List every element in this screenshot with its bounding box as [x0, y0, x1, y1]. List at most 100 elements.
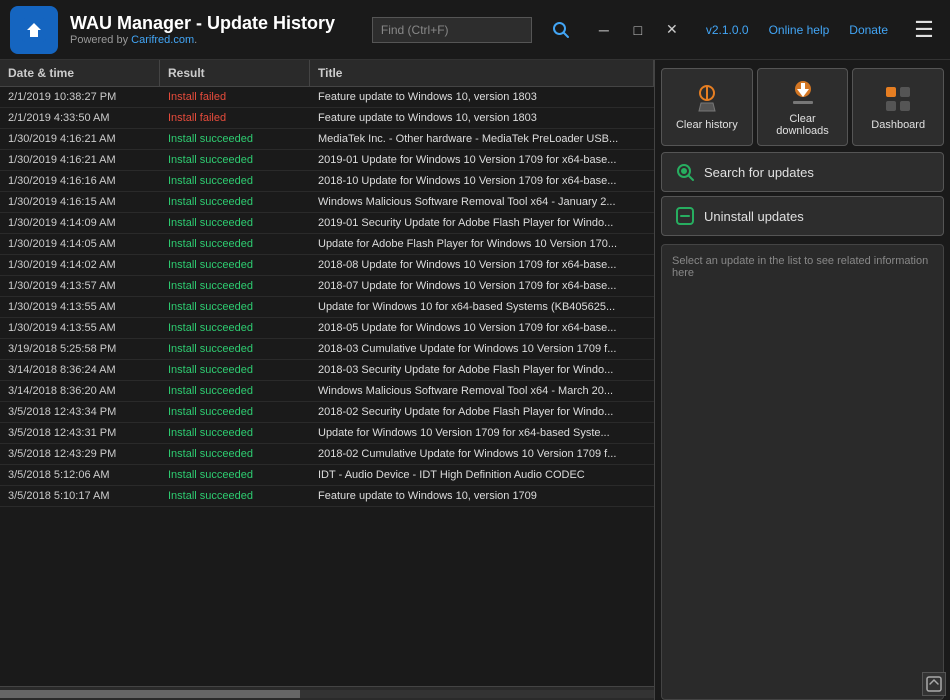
cell-date: 1/30/2019 4:16:21 AM [0, 150, 160, 170]
online-help-link[interactable]: Online help [769, 23, 830, 37]
table-row[interactable]: 3/19/2018 5:25:58 PM Install succeeded 2… [0, 339, 654, 360]
table-row[interactable]: 3/5/2018 5:12:06 AM Install succeeded ID… [0, 465, 654, 486]
titlebar: WAU Manager - Update History Powered by … [0, 0, 950, 60]
cell-date: 1/30/2019 4:14:02 AM [0, 255, 160, 275]
cell-date: 1/30/2019 4:13:55 AM [0, 297, 160, 317]
clear-downloads-button[interactable]: Clear downloads [757, 68, 849, 146]
clear-downloads-icon [787, 77, 819, 109]
cell-date: 3/19/2018 5:25:58 PM [0, 339, 160, 359]
cell-title: Feature update to Windows 10, version 17… [310, 486, 654, 506]
col-header-date: Date & time [0, 60, 160, 86]
cell-title: Windows Malicious Software Removal Tool … [310, 192, 654, 212]
cell-title: Feature update to Windows 10, version 18… [310, 87, 654, 107]
cell-date: 3/14/2018 8:36:24 AM [0, 360, 160, 380]
dashboard-label: Dashboard [871, 119, 925, 131]
cell-title: 2018-02 Security Update for Adobe Flash … [310, 402, 654, 422]
cell-title: 2018-03 Security Update for Adobe Flash … [310, 360, 654, 380]
close-button[interactable]: ✕ [658, 18, 686, 42]
minimize-button[interactable]: ─ [590, 18, 618, 42]
donate-link[interactable]: Donate [849, 23, 888, 37]
cell-date: 3/5/2018 12:43:34 PM [0, 402, 160, 422]
cell-date: 1/30/2019 4:13:57 AM [0, 276, 160, 296]
table-body: 2/1/2019 10:38:27 PM Install failed Feat… [0, 87, 654, 686]
cell-result: Install succeeded [160, 444, 310, 464]
table-row[interactable]: 1/30/2019 4:13:55 AM Install succeeded 2… [0, 318, 654, 339]
menu-button[interactable]: ☰ [908, 17, 940, 43]
cell-date: 3/5/2018 12:43:29 PM [0, 444, 160, 464]
table-row[interactable]: 1/30/2019 4:14:05 AM Install succeeded U… [0, 234, 654, 255]
cell-date: 1/30/2019 4:14:05 AM [0, 234, 160, 254]
corner-icon[interactable] [922, 672, 946, 696]
cell-result: Install succeeded [160, 171, 310, 191]
maximize-button[interactable]: □ [624, 18, 652, 42]
main-content: Date & time Result Title 2/1/2019 10:38:… [0, 60, 950, 700]
cell-date: 2/1/2019 10:38:27 PM [0, 87, 160, 107]
table-row[interactable]: 1/30/2019 4:14:02 AM Install succeeded 2… [0, 255, 654, 276]
clear-downloads-label: Clear downloads [762, 113, 844, 137]
table-row[interactable]: 3/5/2018 12:43:29 PM Install succeeded 2… [0, 444, 654, 465]
cell-date: 1/30/2019 4:16:21 AM [0, 129, 160, 149]
cell-title: Update for Adobe Flash Player for Window… [310, 234, 654, 254]
cell-date: 1/30/2019 4:16:15 AM [0, 192, 160, 212]
cell-result: Install succeeded [160, 423, 310, 443]
cell-date: 2/1/2019 4:33:50 AM [0, 108, 160, 128]
cell-result: Install succeeded [160, 465, 310, 485]
cell-result: Install succeeded [160, 360, 310, 380]
app-logo [10, 6, 58, 54]
search-updates-button[interactable]: Search for updates [661, 152, 944, 192]
cell-result: Install succeeded [160, 192, 310, 212]
cell-result: Install failed [160, 87, 310, 107]
table-row[interactable]: 3/5/2018 12:43:34 PM Install succeeded 2… [0, 402, 654, 423]
cell-title: 2019-01 Security Update for Adobe Flash … [310, 213, 654, 233]
table-row[interactable]: 2/1/2019 10:38:27 PM Install failed Feat… [0, 87, 654, 108]
table-row[interactable]: 2/1/2019 4:33:50 AM Install failed Featu… [0, 108, 654, 129]
search-icon-button[interactable] [552, 21, 570, 39]
cell-date: 1/30/2019 4:14:09 AM [0, 213, 160, 233]
dashboard-button[interactable]: Dashboard [852, 68, 944, 146]
table-row[interactable]: 1/30/2019 4:16:15 AM Install succeeded W… [0, 192, 654, 213]
cell-result: Install succeeded [160, 129, 310, 149]
dashboard-icon [882, 83, 914, 115]
uninstall-updates-button[interactable]: Uninstall updates [661, 196, 944, 236]
cell-date: 3/14/2018 8:36:20 AM [0, 381, 160, 401]
search-input[interactable] [372, 17, 532, 43]
version-link[interactable]: v2.1.0.0 [706, 23, 749, 37]
cell-date: 3/5/2018 5:12:06 AM [0, 465, 160, 485]
cell-result: Install succeeded [160, 276, 310, 296]
table-row[interactable]: 1/30/2019 4:13:57 AM Install succeeded 2… [0, 276, 654, 297]
titlebar-right: ─ □ ✕ v2.1.0.0 Online help Donate ☰ [372, 17, 940, 43]
cell-title: IDT - Audio Device - IDT High Definition… [310, 465, 654, 485]
clear-history-button[interactable]: Clear history [661, 68, 753, 146]
horizontal-scrollbar[interactable] [0, 686, 654, 700]
cell-result: Install succeeded [160, 213, 310, 233]
uninstall-updates-icon [674, 205, 696, 227]
table-row[interactable]: 1/30/2019 4:14:09 AM Install succeeded 2… [0, 213, 654, 234]
cell-result: Install failed [160, 108, 310, 128]
table-row[interactable]: 3/5/2018 12:43:31 PM Install succeeded U… [0, 423, 654, 444]
table-row[interactable]: 1/30/2019 4:13:55 AM Install succeeded U… [0, 297, 654, 318]
cell-title: 2018-07 Update for Windows 10 Version 17… [310, 276, 654, 296]
cell-result: Install succeeded [160, 255, 310, 275]
carifred-link[interactable]: Carifred.com [131, 34, 194, 46]
table-row[interactable]: 1/30/2019 4:16:21 AM Install succeeded 2… [0, 150, 654, 171]
cell-date: 3/5/2018 5:10:17 AM [0, 486, 160, 506]
cell-result: Install succeeded [160, 318, 310, 338]
col-header-title: Title [310, 60, 654, 86]
cell-title: 2018-08 Update for Windows 10 Version 17… [310, 255, 654, 275]
powered-by: Powered by Carifred.com. [70, 34, 335, 46]
cell-title: Update for Windows 10 Version 1709 for x… [310, 423, 654, 443]
table-row[interactable]: 1/30/2019 4:16:16 AM Install succeeded 2… [0, 171, 654, 192]
table-row[interactable]: 3/14/2018 8:36:24 AM Install succeeded 2… [0, 360, 654, 381]
table-row[interactable]: 3/14/2018 8:36:20 AM Install succeeded W… [0, 381, 654, 402]
right-panel: Clear history Clear downloads [655, 60, 950, 700]
table-header: Date & time Result Title [0, 60, 654, 87]
clear-history-icon [691, 83, 723, 115]
cell-title: 2018-10 Update for Windows 10 Version 17… [310, 171, 654, 191]
table-row[interactable]: 1/30/2019 4:16:21 AM Install succeeded M… [0, 129, 654, 150]
cell-title: 2018-05 Update for Windows 10 Version 17… [310, 318, 654, 338]
cell-date: 1/30/2019 4:16:16 AM [0, 171, 160, 191]
search-updates-icon [674, 161, 696, 183]
cell-title: MediaTek Inc. - Other hardware - MediaTe… [310, 129, 654, 149]
cell-date: 3/5/2018 12:43:31 PM [0, 423, 160, 443]
table-row[interactable]: 3/5/2018 5:10:17 AM Install succeeded Fe… [0, 486, 654, 507]
